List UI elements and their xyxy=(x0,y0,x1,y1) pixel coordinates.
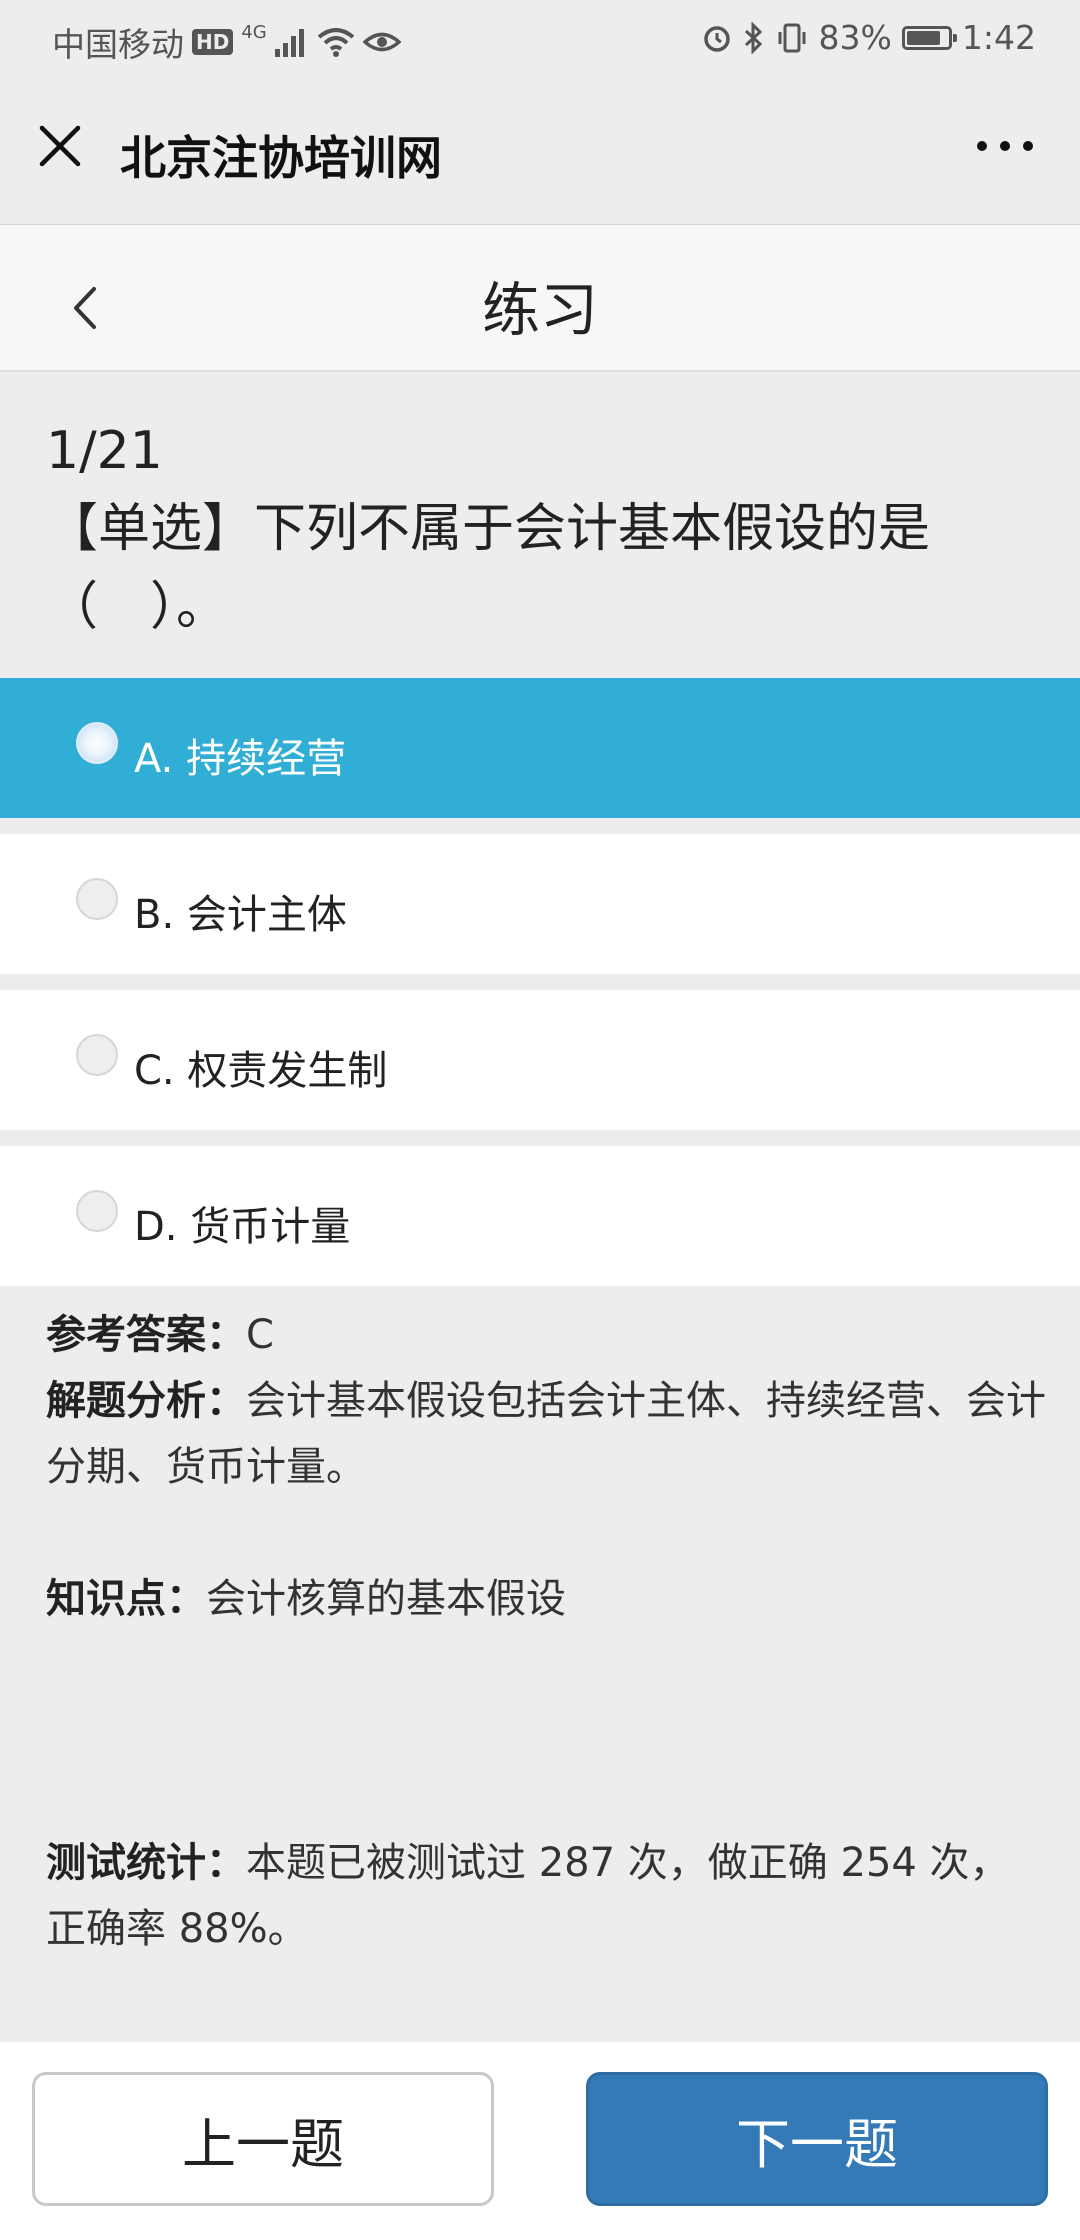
option-label: A. 持续经营 xyxy=(134,736,347,782)
battery-icon xyxy=(901,25,957,50)
option-label: C. 权责发生制 xyxy=(134,1048,388,1094)
radio-button[interactable] xyxy=(76,722,118,764)
knowledge-label: 知识点： xyxy=(46,1576,206,1622)
reference-answer: 参考答案：C xyxy=(46,1302,1046,1368)
option-a[interactable]: A. 持续经营 xyxy=(0,678,1080,818)
radio-button[interactable] xyxy=(76,1034,118,1076)
network-type: 4G xyxy=(241,21,267,43)
close-icon[interactable] xyxy=(34,120,86,172)
page-header: 练习 xyxy=(0,224,1080,372)
option-c[interactable]: C. 权责发生制 xyxy=(0,990,1080,1130)
status-bar: 中国移动 HD 4G 83% 1:42 xyxy=(0,0,1080,80)
question-text: 【单选】下列不属于会计基本假设的是（ ）。 xyxy=(46,499,931,637)
question-block: 1/21 【单选】下列不属于会计基本假设的是（ ）。 xyxy=(46,412,1046,646)
carrier-name: 中国移动 xyxy=(52,25,184,64)
answer-value: C xyxy=(246,1312,274,1358)
battery-percent: 83% xyxy=(818,18,892,57)
clock: 1:42 xyxy=(961,18,1036,57)
question-counter: 1/21 xyxy=(46,421,163,481)
hd-badge: HD xyxy=(192,29,234,55)
previous-question-button[interactable]: 上一题 xyxy=(32,2072,494,2206)
option-b[interactable]: B. 会计主体 xyxy=(0,834,1080,974)
test-statistics: 测试统计：本题已被测试过 287 次，做正确 254 次，正确率 88%。 xyxy=(46,1830,1046,1962)
site-title: 北京注协培训网 xyxy=(120,131,442,185)
bluetooth-icon xyxy=(744,21,762,54)
signal-icon xyxy=(274,29,304,57)
explanation: 解题分析：会计基本假设包括会计主体、持续经营、会计分期、货币计量。 xyxy=(46,1368,1046,1500)
browser-title-bar: 北京注协培训网 xyxy=(0,80,1080,224)
explanation-label: 解题分析： xyxy=(46,1378,246,1424)
eye-icon xyxy=(362,32,401,52)
answer-label: 参考答案： xyxy=(46,1312,246,1358)
option-label: D. 货币计量 xyxy=(134,1204,351,1250)
radio-button[interactable] xyxy=(76,878,118,920)
alarm-icon xyxy=(703,25,730,52)
statistics-label: 测试统计： xyxy=(46,1840,246,1886)
page-title: 练习 xyxy=(481,276,598,344)
footer-bar: 上一题 下一题 xyxy=(0,2042,1080,2240)
next-question-button[interactable]: 下一题 xyxy=(586,2072,1048,2206)
knowledge-text: 会计核算的基本假设 xyxy=(206,1576,566,1622)
vibrate-icon xyxy=(778,23,806,52)
knowledge-point: 知识点：会计核算的基本假设 xyxy=(46,1566,1046,1632)
option-d[interactable]: D. 货币计量 xyxy=(0,1146,1080,1286)
wifi-icon xyxy=(317,28,355,57)
option-label: B. 会计主体 xyxy=(134,892,347,938)
more-icon[interactable] xyxy=(970,120,1040,172)
battery-level-fill xyxy=(906,30,940,45)
answer-analysis: 参考答案：C 解题分析：会计基本假设包括会计主体、持续经营、会计分期、货币计量。… xyxy=(46,1302,1046,1962)
radio-button[interactable] xyxy=(76,1190,118,1232)
